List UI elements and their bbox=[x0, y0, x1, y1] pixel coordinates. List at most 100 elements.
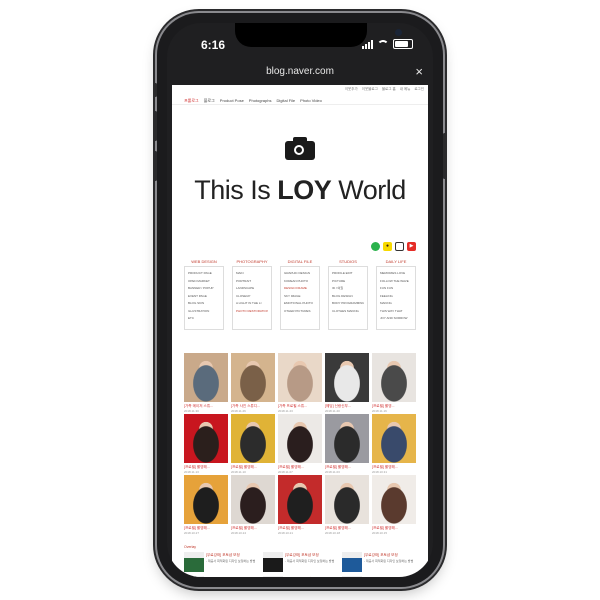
category-menu: WEB DESIGN PRODUCT PAGE OPEN MARKET BANNER … bbox=[184, 259, 416, 330]
category-item[interactable]: CLOSEUP bbox=[236, 293, 268, 301]
post-card[interactable]: [프로필] 촬영해... 2018.11.07 bbox=[278, 414, 322, 474]
post-thumbnail[interactable] bbox=[231, 475, 275, 524]
recommended-item[interactable]: [무료강좌] 스마트 모드- 제공사 최적화된 디자인 보정하는 방법 bbox=[184, 576, 258, 577]
recommended-item[interactable]: [무료강좌] 포토샵 보정- 제공사 최적화된 디자인 보정하는 방법 bbox=[342, 576, 416, 577]
post-card[interactable]: [가족 프로필 스튜... 2018.11.23 bbox=[278, 353, 322, 413]
youtube-icon[interactable]: ▶ bbox=[407, 242, 416, 251]
post-thumbnail[interactable] bbox=[231, 353, 275, 402]
recommended-title[interactable]: [무료강좌] 포토샵 보정 bbox=[206, 553, 240, 558]
category-item[interactable]: THIS WAY THAT bbox=[380, 308, 412, 316]
category-item[interactable]: ILLUSTRATION bbox=[188, 308, 220, 316]
recommended-thumbnail[interactable] bbox=[342, 576, 362, 577]
recommended-item[interactable]: [무료강좌] 포토샵 보정- 제공사 최적화된 디자인 보정하는 방법 bbox=[184, 552, 258, 574]
post-thumbnail[interactable] bbox=[325, 475, 369, 524]
post-card[interactable]: [프로필] 촬영해... 2018.10.27 bbox=[184, 475, 228, 535]
post-thumbnail[interactable] bbox=[231, 414, 275, 463]
green-circle-icon[interactable] bbox=[371, 242, 380, 251]
instagram-icon[interactable] bbox=[395, 242, 404, 251]
post-thumbnail[interactable] bbox=[372, 353, 416, 402]
top-link[interactable]: 이웃블로그 bbox=[362, 87, 378, 92]
category-item[interactable]: LANDSCAPE bbox=[236, 285, 268, 293]
recommended-thumbnail[interactable] bbox=[342, 552, 362, 572]
category-item[interactable]: KOREAN PHOTO bbox=[284, 278, 316, 286]
category-heading[interactable]: DIGITAL FILE bbox=[280, 259, 320, 266]
recommended-item[interactable]: [무료강좌] 전문가 보정- 제공사 최적화된 디자인 보정하는 방법 bbox=[263, 576, 337, 577]
post-card[interactable]: [프로필] 촬영해... 2018.10.15 bbox=[372, 475, 416, 535]
top-link[interactable]: 로그인 bbox=[414, 87, 424, 92]
top-link[interactable]: 이웃추가 bbox=[345, 87, 358, 92]
category-item[interactable]: MAIN bbox=[236, 270, 268, 278]
recommended-title[interactable]: [무료강좌] 포토샵 보정 bbox=[285, 553, 319, 558]
recommended-thumbnail[interactable] bbox=[263, 576, 283, 577]
post-thumbnail[interactable] bbox=[325, 353, 369, 402]
kakao-icon[interactable]: ● bbox=[383, 242, 392, 251]
category-item[interactable]: PROFILE EDIT bbox=[332, 270, 364, 278]
post-thumbnail[interactable] bbox=[372, 414, 416, 463]
category-item[interactable]: MAKING bbox=[380, 300, 412, 308]
category-item[interactable]: ETC bbox=[188, 315, 220, 323]
category-item[interactable]: JOY AND SORROW bbox=[380, 315, 412, 323]
post-card[interactable]: [프로필] 촬영해... 2018.10.24 bbox=[231, 475, 275, 535]
category-item[interactable]: A LIGHT IN THE LI bbox=[236, 300, 268, 308]
post-card[interactable]: [프로필] 촬영해... 2018.11.03 bbox=[325, 414, 369, 474]
recommended-thumbnail[interactable] bbox=[263, 552, 283, 572]
category-item[interactable]: BANNER / POPUP bbox=[188, 285, 220, 293]
post-date: 2018.11.13 bbox=[184, 469, 199, 474]
category-heading[interactable]: PHOTOGRAPHY bbox=[232, 259, 272, 266]
recommended-thumbnail[interactable] bbox=[184, 576, 204, 577]
category-item[interactable]: DESIGN FRAME bbox=[284, 285, 316, 293]
post-thumbnail[interactable] bbox=[372, 475, 416, 524]
category-item[interactable]: PHOTO RESTORATION bbox=[236, 308, 268, 316]
post-card[interactable]: [가족 사진 스튜디... 2018.11.26 bbox=[231, 353, 275, 413]
browser-url-bar[interactable]: blog.naver.com × bbox=[167, 61, 433, 83]
recommended-subtitle: - 제공사 최적화된 디자인 보정하는 방법 bbox=[285, 559, 335, 563]
post-thumbnail[interactable] bbox=[278, 353, 322, 402]
category-item[interactable]: CLOTHES MAKING bbox=[332, 308, 364, 316]
post-card[interactable]: [프로필] 촬영해... 2018.10.18 bbox=[325, 475, 369, 535]
category-item[interactable]: SKY IMAGE bbox=[284, 293, 316, 301]
category-heading[interactable]: WEB DESIGN bbox=[184, 259, 224, 266]
post-card[interactable]: [가족 메이저 스튜... 2018.11.30 bbox=[184, 353, 228, 413]
post-card[interactable]: [프로필] 촬영해... 2018.11.13 bbox=[184, 414, 228, 474]
category-item[interactable]: PORTRAIT bbox=[236, 278, 268, 286]
top-link[interactable]: 블로그 홈 bbox=[382, 87, 396, 92]
post-thumbnail[interactable] bbox=[278, 475, 322, 524]
category-item[interactable]: FOLLOW THE WAVE bbox=[380, 278, 412, 286]
post-card[interactable]: [프로필] 촬영... 2018.11.16 bbox=[372, 353, 416, 413]
close-icon[interactable]: × bbox=[415, 64, 423, 79]
post-thumbnail[interactable] bbox=[184, 414, 228, 463]
category-item[interactable]: EVENT PAGE bbox=[188, 293, 220, 301]
post-thumbnail[interactable] bbox=[325, 414, 369, 463]
post-card[interactable]: [프로필] 촬영해... 2018.10.31 bbox=[372, 414, 416, 474]
category-item[interactable]: PICTURE bbox=[332, 278, 364, 286]
recommended-title[interactable]: [무료강좌] 포토샵 보정 bbox=[364, 553, 398, 558]
category-heading[interactable]: DAILY LIFE bbox=[376, 259, 416, 266]
phone-screen: 6:16 blog.naver.com × 이웃추가 이웃블로그 블로그 홈 내 메뉴… bbox=[167, 23, 433, 577]
category-item[interactable]: EMOTIONAL PHOTO bbox=[284, 300, 316, 308]
category-heading[interactable]: STUDIOS bbox=[328, 259, 368, 266]
post-thumbnail[interactable] bbox=[184, 353, 228, 402]
post-card[interactable]: [웨딩] 신랑신부... 2018.11.20 bbox=[325, 353, 369, 413]
category-item[interactable]: ID / 여권 bbox=[332, 285, 364, 293]
recommended-thumbnail[interactable] bbox=[184, 552, 204, 572]
category-item[interactable]: MEMORIES LOVE bbox=[380, 270, 412, 278]
post-card[interactable]: [프로필] 촬영해... 2018.10.21 bbox=[278, 475, 322, 535]
category-item[interactable]: BODY PROGRAMMING bbox=[332, 300, 364, 308]
category-item[interactable]: OTHER PICTURES bbox=[284, 308, 316, 316]
category-item[interactable]: OPEN MARKET bbox=[188, 278, 220, 286]
url-text[interactable]: blog.naver.com bbox=[167, 66, 433, 77]
category-item[interactable]: GRAPHIC DESIGN bbox=[284, 270, 316, 278]
top-link[interactable]: 내 메뉴 bbox=[400, 87, 411, 92]
category-item[interactable]: FEELING bbox=[380, 293, 412, 301]
category-item[interactable]: BLOG SKIN bbox=[188, 300, 220, 308]
recommended-item[interactable]: [무료강좌] 포토샵 보정- 제공사 최적화된 디자인 보정하는 방법 bbox=[263, 552, 337, 574]
category-item[interactable]: PRODUCT PAGE bbox=[188, 270, 220, 278]
post-date: 2018.11.03 bbox=[325, 469, 340, 474]
category-item[interactable]: FUN FUN bbox=[380, 285, 412, 293]
post-thumbnail[interactable] bbox=[184, 475, 228, 524]
post-card[interactable]: [프로필] 촬영해... 2018.11.10 bbox=[231, 414, 275, 474]
title-bold: LOY bbox=[277, 175, 332, 205]
recommended-item[interactable]: [무료강좌] 포토샵 보정- 제공사 최적화된 디자인 보정하는 방법 bbox=[342, 552, 416, 574]
post-thumbnail[interactable] bbox=[278, 414, 322, 463]
category-item[interactable]: BLOG DESIGN bbox=[332, 293, 364, 301]
